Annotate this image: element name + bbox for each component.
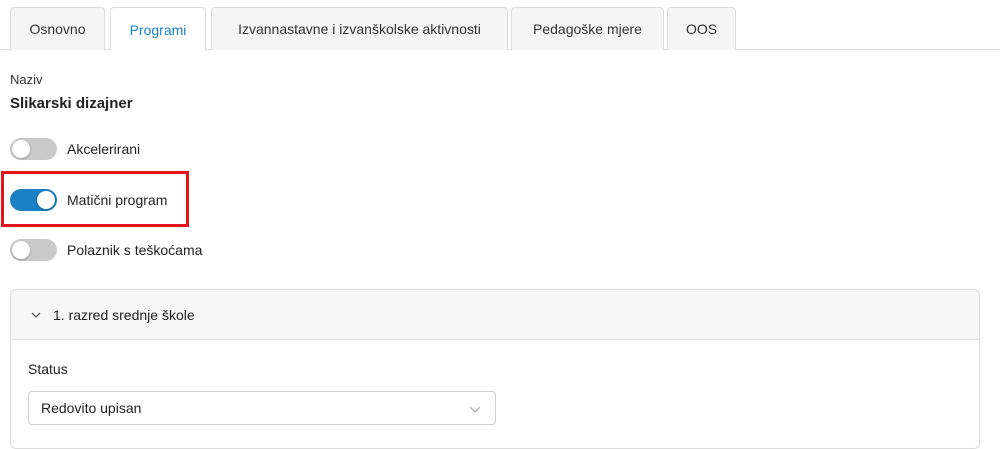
chevron-down-icon [469,406,481,413]
highlight-annotation-box [1,171,189,227]
akcelerirani-toggle-row: Akcelerirani [10,138,140,160]
polaznik-s-teskocama-toggle[interactable] [10,239,57,261]
tab-oos[interactable]: OOS [667,7,736,50]
status-select-value: Redovito upisan [41,400,142,416]
razred-panel-title: 1. razred srednje škole [53,306,195,323]
tab-izvannastavne-aktivnosti[interactable]: Izvannastavne i izvanškolske aktivnosti [211,7,508,50]
tab-pedagoske-mjere[interactable]: Pedagoške mjere [511,7,664,50]
akcelerirani-label: Akcelerirani [67,141,141,157]
razred-panel-header[interactable]: 1. razred srednje škole [11,290,979,340]
naziv-value: Slikarski dizajner [10,95,133,112]
chevron-down-icon [31,312,41,318]
razred-panel: 1. razred srednje škole Status Redovito … [10,289,980,449]
tab-bar: Osnovno Programi Izvannastavne i izvanšk… [0,0,1000,51]
tab-osnovno[interactable]: Osnovno [10,7,105,50]
tab-programi[interactable]: Programi [110,7,206,51]
status-select[interactable]: Redovito upisan [28,391,496,425]
polaznik-s-teskocama-label: Polaznik s teškoćama [67,242,203,258]
toggle-knob [12,140,30,158]
polaznik-toggle-row: Polaznik s teškoćama [10,239,202,261]
akcelerirani-toggle[interactable] [10,138,57,160]
naziv-label: Naziv [10,72,43,87]
status-label: Status [28,361,68,377]
toggle-knob [12,241,30,259]
